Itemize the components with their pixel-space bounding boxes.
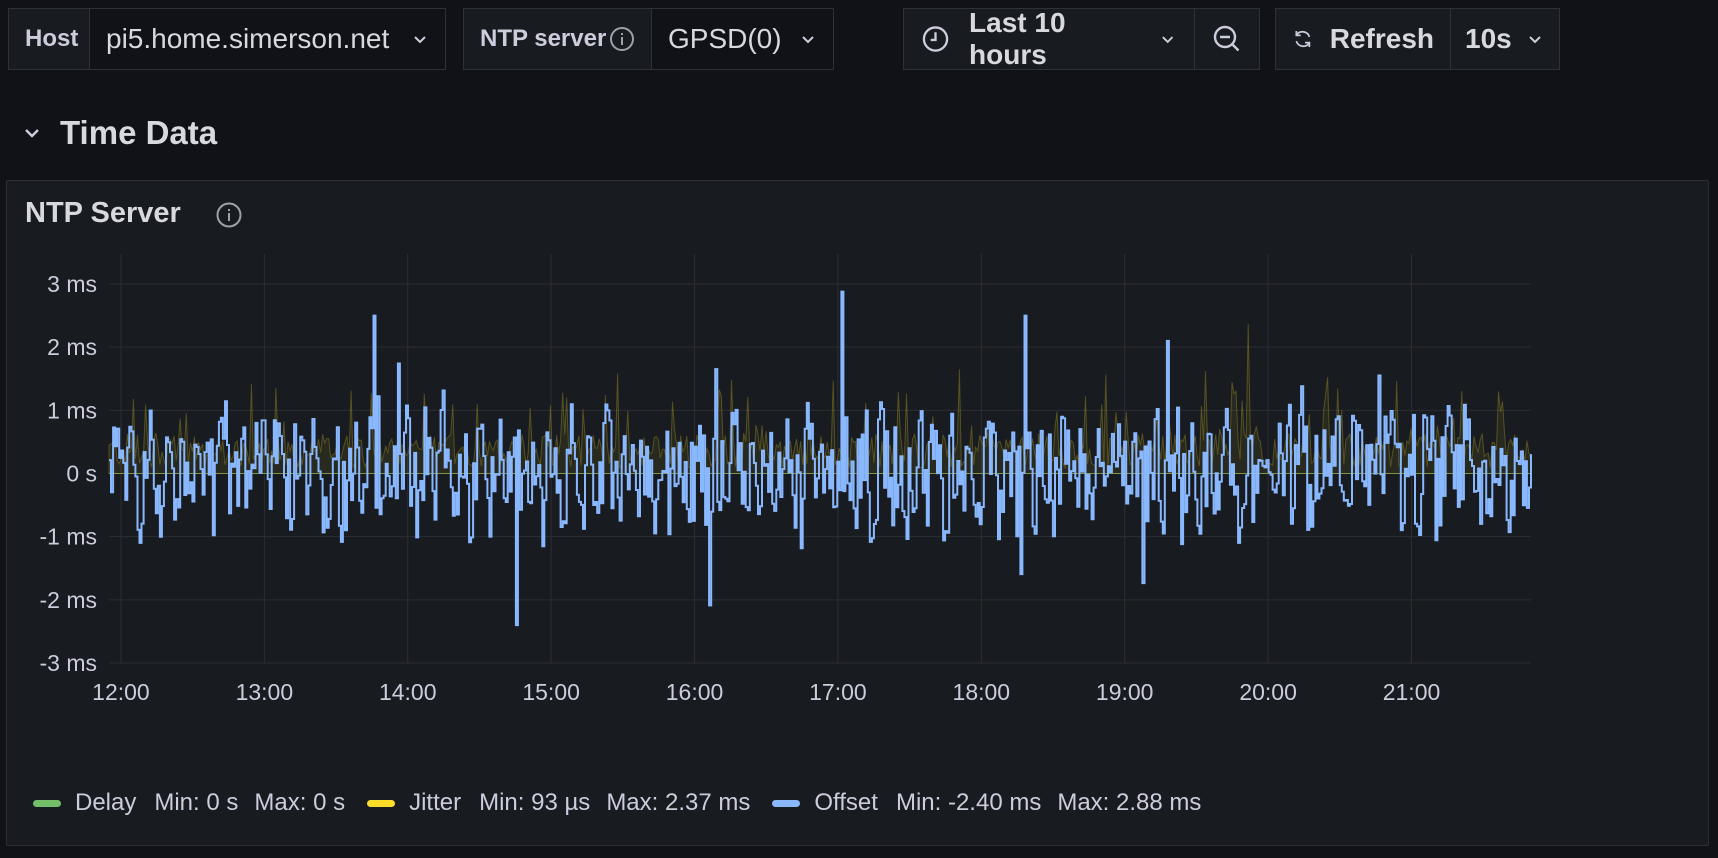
x-tick-label: 15:00 <box>522 679 580 705</box>
legend-item-jitter[interactable]: Jitter Min: 93 µs Max: 2.37 ms <box>367 789 766 817</box>
row-header-time-data[interactable]: Time Data <box>22 108 217 158</box>
refresh-interval-picker[interactable]: 10s <box>1450 8 1560 70</box>
x-tick-label: 16:00 <box>666 679 724 705</box>
legend-max: Max: 2.88 ms <box>1057 789 1202 816</box>
x-tick-label: 12:00 <box>92 679 150 705</box>
ntp-server-label: NTP server <box>463 8 652 70</box>
host-select[interactable]: pi5.home.simerson.net <box>89 8 446 70</box>
y-tick-label: 3 ms <box>47 271 97 297</box>
legend-label: Offset <box>814 789 878 816</box>
legend-max: Max: 0 s <box>254 789 346 816</box>
legend-label: Jitter <box>409 789 462 816</box>
time-range-picker[interactable]: Last 10 hours <box>903 7 1195 70</box>
ntp-server-label-text: NTP server <box>480 25 607 52</box>
refresh-button[interactable]: Refresh <box>1275 8 1451 70</box>
chevron-down-icon[interactable] <box>22 123 42 143</box>
legend-max: Max: 2.37 ms <box>606 789 751 816</box>
legend-min: Min: 93 µs <box>479 789 591 816</box>
y-tick-label: -2 ms <box>40 587 98 613</box>
zoom-out-button[interactable] <box>1194 8 1260 70</box>
y-tick-label: -3 ms <box>40 650 98 676</box>
host-select-value: pi5.home.simerson.net <box>106 23 390 54</box>
x-tick-label: 14:00 <box>379 679 437 705</box>
dashboard-toolbar: Host pi5.home.simerson.net NTP server GP… <box>0 0 1718 80</box>
legend-item-offset[interactable]: Offset Min: -2.40 ms Max: 2.88 ms <box>772 789 1217 817</box>
legend-item-delay[interactable]: Delay Min: 0 s Max: 0 s <box>33 789 361 817</box>
legend-min: Min: -2.40 ms <box>895 789 1042 816</box>
y-tick-label: 2 ms <box>47 334 97 360</box>
x-tick-label: 19:00 <box>1096 679 1154 705</box>
legend-swatch-delay <box>33 799 61 807</box>
timeseries-chart[interactable]: 3 ms 2 ms 1 ms 0 s -1 ms -2 ms -3 ms 12:00 13:00… <box>7 181 1707 781</box>
y-tick-label: -1 ms <box>40 524 98 550</box>
zoom-out-icon <box>1213 25 1240 52</box>
chevron-down-icon <box>414 36 426 44</box>
y-tick-label: 0 s <box>66 461 97 487</box>
y-tick-label: 1 ms <box>47 397 97 423</box>
x-tick-label: 21:00 <box>1383 679 1441 705</box>
chevron-down-icon <box>1161 36 1173 44</box>
x-tick-label: 13:00 <box>236 679 294 705</box>
chevron-down-icon <box>802 36 814 44</box>
ntp-server-panel: NTP Server 3 ms 2 ms 1 ms 0 s -1 ms -2 ms -3 m… <box>6 180 1709 846</box>
host-label: Host <box>8 8 90 70</box>
refresh-interval-label: 10s <box>1465 23 1512 54</box>
x-tick-label: 18:00 <box>953 679 1011 705</box>
chart-legend: Delay Min: 0 s Max: 0 s Jitter Min: 93 µ… <box>33 789 1223 817</box>
refresh-label: Refresh <box>1329 23 1434 54</box>
row-title: Time Data <box>60 114 218 151</box>
ntp-server-select[interactable]: GPSD(0) <box>651 8 834 70</box>
legend-swatch-jitter <box>367 799 396 807</box>
legend-min: Min: 0 s <box>154 789 239 816</box>
ntp-server-select-value: GPSD(0) <box>668 23 782 54</box>
time-range-label: Last 10 hours <box>969 7 1066 70</box>
x-tick-label: 20:00 <box>1239 679 1297 705</box>
legend-label: Delay <box>75 789 137 816</box>
chevron-down-icon <box>1529 36 1541 44</box>
clock-icon <box>922 26 949 52</box>
refresh-icon <box>1295 30 1311 48</box>
legend-swatch-offset <box>772 799 801 807</box>
info-icon[interactable] <box>609 26 635 52</box>
x-tick-label: 17:00 <box>809 679 867 705</box>
host-label-text: Host <box>25 25 79 52</box>
